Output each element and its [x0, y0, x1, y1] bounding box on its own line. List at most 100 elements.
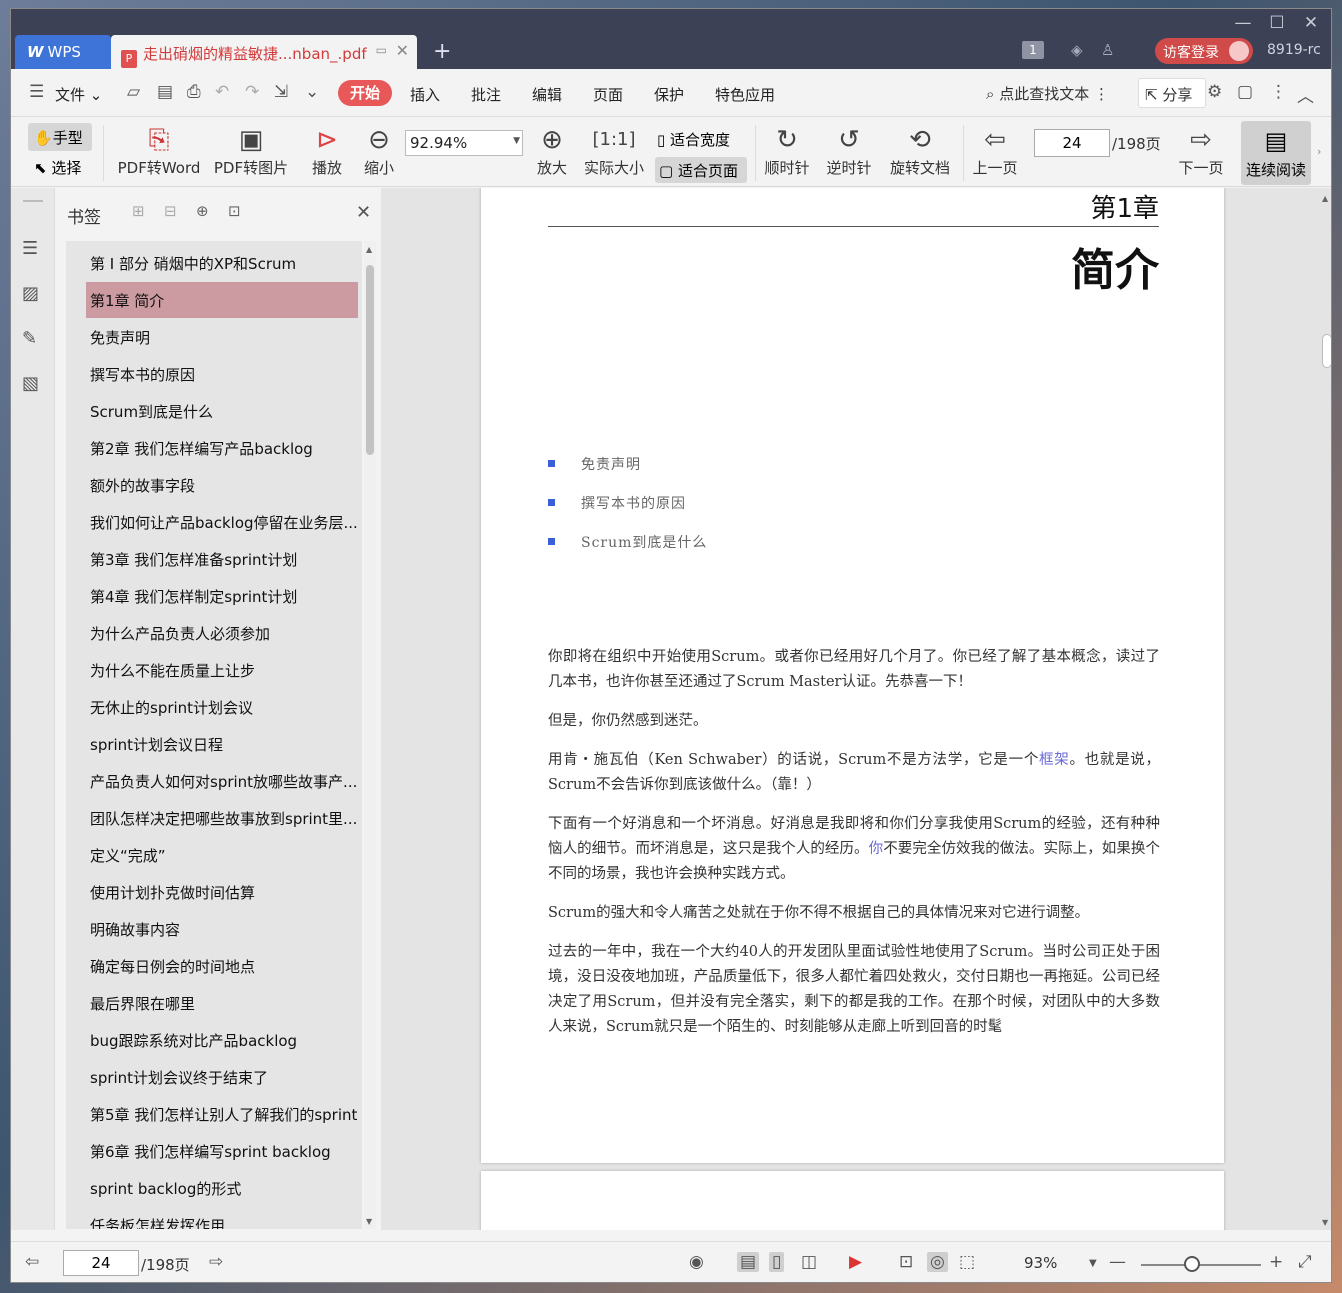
menu-page[interactable]: 页面	[593, 84, 623, 105]
close-tab-icon[interactable]: ✕	[396, 41, 409, 60]
bookmark-item[interactable]: 确定每日例会的时间地点	[86, 948, 358, 984]
double-page-icon[interactable]: ◫	[801, 1252, 817, 1272]
zoom-slider-knob[interactable]	[1184, 1256, 1200, 1272]
more-icon[interactable]: ⋮	[1270, 82, 1287, 102]
bookmark-item[interactable]: 使用计划扑克做时间估算	[86, 874, 358, 910]
fit-page-icon[interactable]: ◎	[927, 1252, 948, 1272]
collapse-ribbon-icon[interactable]: ︿	[1297, 82, 1314, 107]
menu-file[interactable]: 文件 ⌄	[55, 84, 102, 105]
play-button[interactable]: ⊳ 播放	[307, 123, 347, 178]
close-window-icon[interactable]: ✕	[1296, 13, 1326, 33]
menu-insert[interactable]: 插入	[410, 84, 440, 105]
bookmark-item[interactable]: 明确故事内容	[86, 911, 358, 947]
scroll-up-icon[interactable]: ▲	[366, 245, 372, 254]
bookmark-item[interactable]: Scrum到底是什么	[86, 393, 358, 429]
rotate-clockwise-button[interactable]: ↻ 顺时针	[761, 123, 813, 178]
framework-link[interactable]: 框架	[1039, 752, 1069, 768]
bookmark-item[interactable]: 第5章 我们怎样让别人了解我们的sprint	[86, 1096, 358, 1132]
bookmark-item[interactable]: bug跟踪系统对比产品backlog	[86, 1022, 358, 1058]
fullscreen-icon[interactable]: ⤢	[1298, 1252, 1312, 1272]
bookmark-options-icon[interactable]: ⊡	[228, 202, 241, 220]
search-text-field[interactable]: ⌕ 点此查找文本 ⋮	[986, 83, 1109, 104]
bookmark-item[interactable]: 免责声明	[86, 319, 358, 355]
next-page-icon[interactable]: ⇨	[209, 1252, 223, 1272]
fit-page-button[interactable]: ▢ 适合页面	[655, 157, 747, 183]
new-tab-icon[interactable]: +	[433, 39, 451, 64]
bookmark-item[interactable]: 第6章 我们怎样编写sprint backlog	[86, 1133, 358, 1169]
continuous-mode-icon[interactable]: ▤	[737, 1252, 760, 1272]
tab-document[interactable]: P 走出硝烟的精益敏捷...nban_.pdf ▭ ✕	[111, 35, 417, 69]
menu-protect[interactable]: 保护	[654, 84, 684, 105]
bookmark-item[interactable]: 撰写本书的原因	[86, 356, 358, 392]
zoom-out-button[interactable]: ⊖ 缩小	[359, 123, 399, 178]
tab-wps-home[interactable]: W WPS	[15, 35, 111, 69]
bookmark-scrollbar[interactable]: ▲ ▼	[364, 241, 376, 1229]
document-view[interactable]: 第1章 简介 免责声明 撰写本书的原因 Scrum到底是什么 你即将在组织中开始…	[381, 188, 1331, 1230]
thumbnail-icon[interactable]: ▨	[22, 283, 39, 304]
bookmark-item[interactable]: 为什么不能在质量上让步	[86, 652, 358, 688]
bookmark-item[interactable]: sprint计划会议日程	[86, 726, 358, 762]
zoom-in-button[interactable]: ⊕ 放大	[531, 123, 573, 178]
zoom-in-icon[interactable]: +	[1269, 1252, 1283, 1272]
bookmark-item[interactable]: 定义“完成”	[86, 837, 358, 873]
rotate-document-button[interactable]: ⟲ 旋转文档	[887, 123, 953, 178]
scroll-thumb[interactable]	[1322, 334, 1331, 368]
pdf-to-word-button[interactable]: ⎘ PDF转Word	[113, 123, 205, 178]
you-link[interactable]: 你	[869, 841, 884, 857]
fit-width-icon[interactable]: ⬚	[959, 1252, 975, 1272]
prev-page-button[interactable]: ⇦ 上一页	[969, 123, 1021, 178]
bookmark-item[interactable]: 产品负责人如何对sprint放哪些故事产...	[86, 763, 358, 799]
comment-icon[interactable]: ▢	[1237, 82, 1253, 102]
zoom-dropdown-icon[interactable]: ▼	[1089, 1258, 1097, 1269]
actual-size-icon[interactable]: ⊡	[899, 1252, 913, 1272]
annotation-icon[interactable]: ✎	[22, 328, 37, 349]
bookmark-item[interactable]: 无休止的sprint计划会议	[86, 689, 358, 725]
print-icon[interactable]: ⎙	[187, 82, 201, 102]
scroll-up-icon[interactable]: ▲	[1322, 194, 1328, 203]
maximize-icon[interactable]: ☐	[1262, 13, 1292, 33]
bookmark-item[interactable]: 第2章 我们怎样编写产品backlog	[86, 430, 358, 466]
eye-protect-icon[interactable]: ◉	[689, 1252, 704, 1272]
prev-page-icon[interactable]: ⇦	[25, 1252, 39, 1272]
bookmark-item[interactable]: 任务板怎样发挥作用	[86, 1207, 358, 1229]
continuous-reading-button[interactable]: ▤ 连续阅读	[1241, 121, 1311, 185]
scroll-thumb[interactable]	[366, 265, 374, 455]
rotate-counterclockwise-button[interactable]: ↺ 逆时针	[823, 123, 875, 178]
collapse-all-icon[interactable]: ⊟	[164, 202, 177, 220]
ribbon-scroll-right-icon[interactable]: ›	[1317, 145, 1321, 158]
share-button[interactable]: ⇱ 分享	[1138, 78, 1206, 108]
menu-special-apps[interactable]: 特色应用	[715, 84, 775, 105]
menu-annotate[interactable]: 批注	[471, 84, 501, 105]
bookmark-item[interactable]: 最后界限在哪里	[86, 985, 358, 1021]
bookmark-item[interactable]: 为什么产品负责人必须参加	[86, 615, 358, 651]
toc-item[interactable]: Scrum到底是什么	[548, 532, 707, 552]
next-page-button[interactable]: ⇨ 下一页	[1175, 123, 1227, 178]
menu-edit[interactable]: 编辑	[532, 84, 562, 105]
document-scrollbar[interactable]: ▲ ▼	[1319, 188, 1331, 1230]
bookmark-item[interactable]: 额外的故事字段	[86, 467, 358, 503]
hamburger-icon[interactable]: ☰	[29, 82, 44, 102]
settings-icon[interactable]: ⚙	[1207, 82, 1222, 102]
bookmark-item[interactable]: 第4章 我们怎样制定sprint计划	[86, 578, 358, 614]
toc-item[interactable]: 撰写本书的原因	[548, 493, 686, 513]
pdf-to-image-button[interactable]: ▣ PDF转图片	[207, 123, 295, 178]
bookmark-list-icon[interactable]: ☰	[22, 238, 38, 259]
redo-icon[interactable]: ↷	[245, 82, 259, 102]
bookmark-item[interactable]: sprint计划会议终于结束了	[86, 1059, 358, 1095]
bookmark-item[interactable]: sprint backlog的形式	[86, 1170, 358, 1206]
zoom-out-icon[interactable]: —	[1109, 1252, 1126, 1272]
more-dropdown-icon[interactable]: ⌄	[305, 82, 319, 102]
close-panel-icon[interactable]: ✕	[356, 202, 371, 223]
hand-tool-button[interactable]: ✋手型	[28, 123, 92, 151]
export-icon[interactable]: ⇲	[274, 82, 288, 102]
select-tool-button[interactable]: ⬉ 选择	[34, 157, 81, 178]
minimize-icon[interactable]: —	[1228, 13, 1258, 33]
skin-icon[interactable]: ◈	[1071, 41, 1083, 59]
bookmark-item[interactable]: 第3章 我们怎样准备sprint计划	[86, 541, 358, 577]
zoom-level-select[interactable]: 92.94% ▼	[405, 130, 523, 156]
monitor-icon[interactable]: ▭	[376, 43, 387, 57]
actual-size-button[interactable]: [1:1] 实际大小	[581, 123, 647, 178]
menu-start[interactable]: 开始	[338, 80, 392, 106]
scroll-down-icon[interactable]: ▼	[366, 1217, 372, 1226]
bookmark-item[interactable]: 团队怎样决定把哪些故事放到sprint里...	[86, 800, 358, 836]
